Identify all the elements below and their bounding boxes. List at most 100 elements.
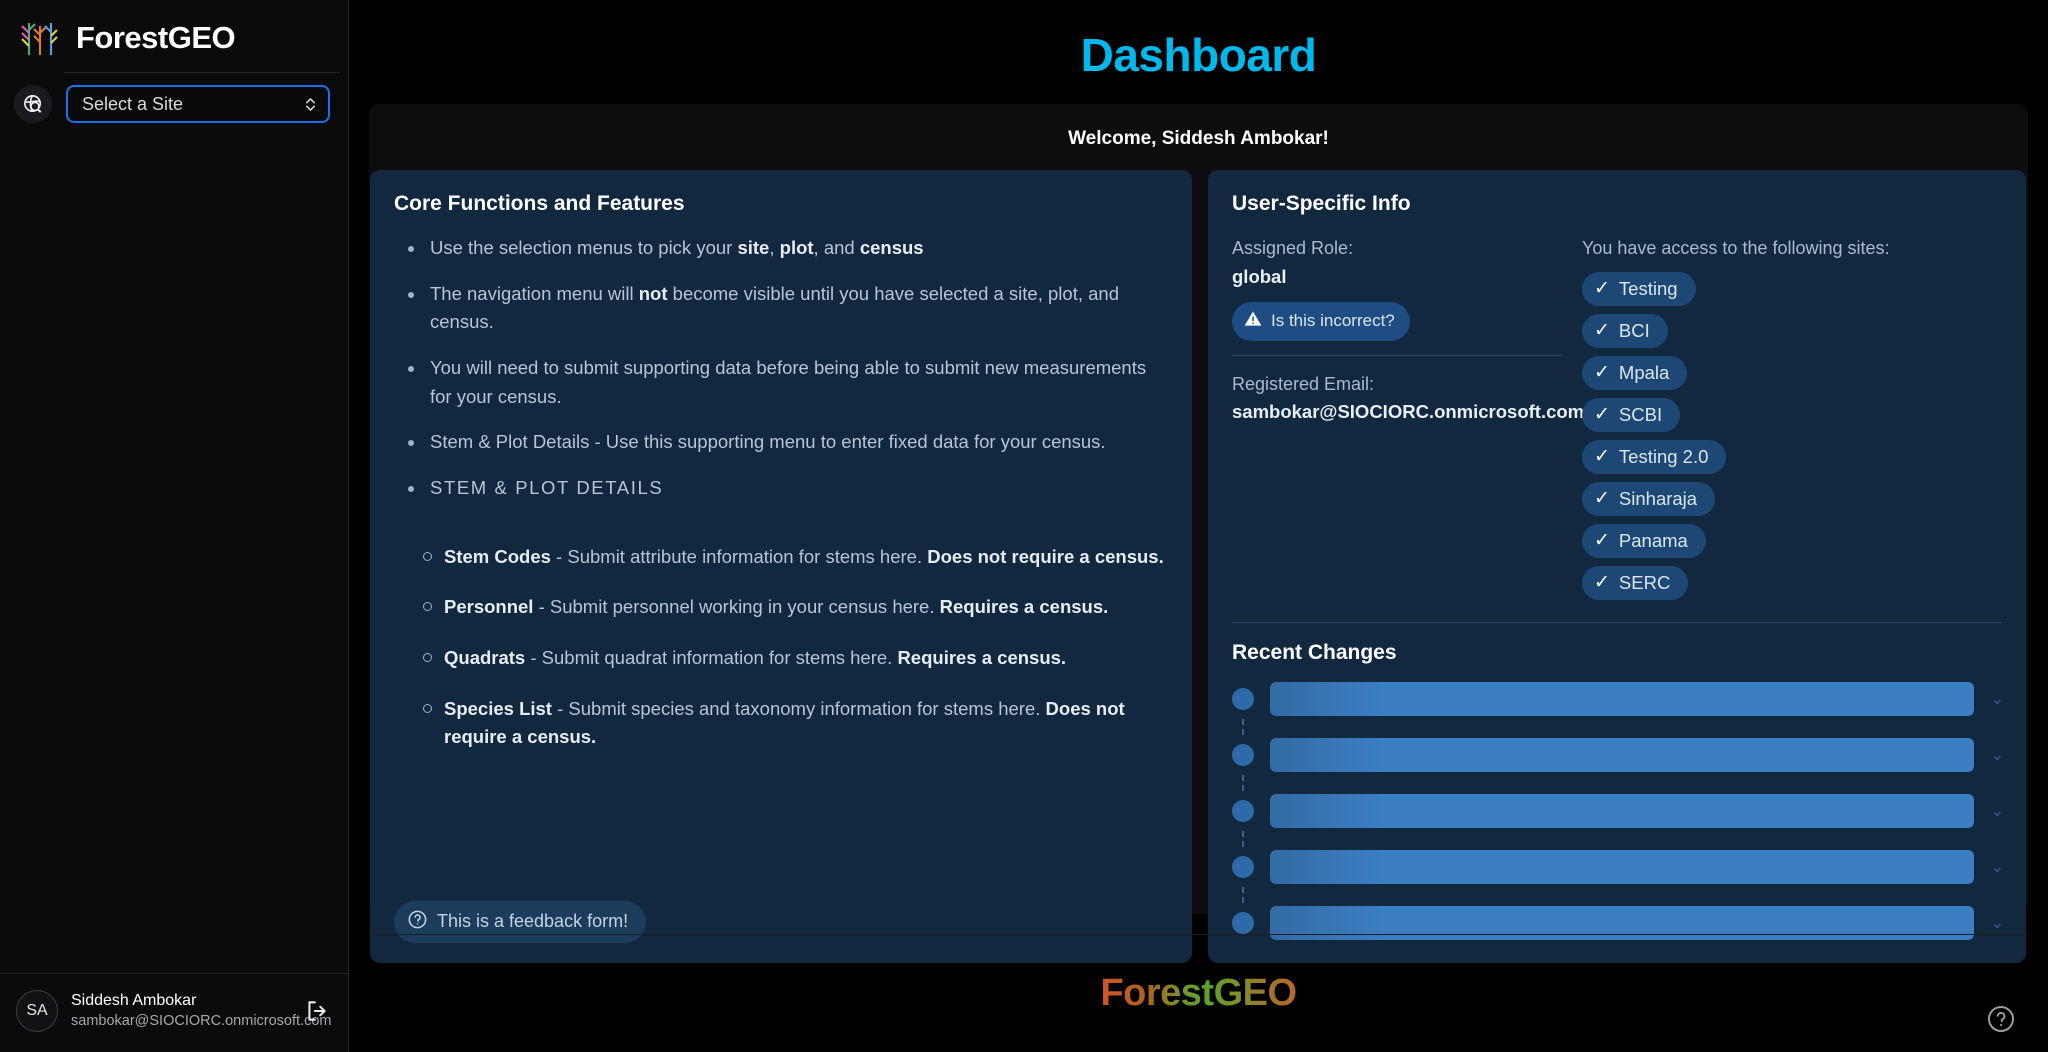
site-chip-label: Sinharaja [1618,487,1698,509]
timeline-dot-icon [1232,911,1254,934]
recent-changes-timeline: ⌄ ⌄ ⌄ ⌄ ⌄ [1232,679,2004,943]
site-chip-label: SCBI [1618,403,1663,425]
site-chip-list: ✓ Testing ✓ BCI ✓ Mpala ✓ SCBI ✓ Testing… [1582,271,2002,600]
sidebar-user-box[interactable]: SA Siddesh Ambokar sambokar@SIOCIORC.onm… [0,974,348,1052]
core-functions-card: Core Functions and Features Use the sele… [370,170,1192,963]
brand-name: ForestGEO [76,19,236,55]
check-icon: ✓ [1594,446,1610,468]
site-chip[interactable]: ✓ BCI [1582,313,1668,348]
timeline-connector [1242,774,1244,791]
list-item: Use the selection menus to pick your sit… [408,234,1168,263]
registered-email-label: Registered Email: [1232,373,1375,394]
list-item: Personnel - Submit personnel working in … [423,593,1168,621]
assigned-role-value: global [1232,265,1287,287]
list-item: The navigation menu will not become visi… [408,280,1168,337]
chevron-down-icon[interactable]: ⌄ [1990,689,2004,709]
list-item: You will need to submit supporting data … [408,354,1168,411]
avatar: SA [16,990,58,1032]
sidebar-nav-empty [0,135,348,973]
timeline-connector [1242,886,1244,903]
check-icon: ✓ [1594,320,1610,342]
user-specific-info-card: User-Specific Info Assigned Role: global [1208,170,2026,963]
logout-icon[interactable] [300,994,334,1028]
feedback-form-label: This is a feedback form! [437,911,629,932]
assigned-role-label: Assigned Role: [1232,238,1354,258]
check-icon: ✓ [1594,278,1610,300]
timeline-row[interactable]: ⌄ [1232,735,2004,775]
stem-plot-details-label: STEM & PLOT DETAILS [408,474,1168,503]
chevron-down-icon[interactable]: ⌄ [1990,801,2004,821]
list-item: Stem Codes - Submit attribute informatio… [423,543,1168,571]
is-this-incorrect-label: Is this incorrect? [1271,311,1395,331]
user-meta: Siddesh Ambokar sambokar@SIOCIORC.onmicr… [71,991,332,1031]
page-title: Dashboard [1080,29,1317,81]
help-circle-icon [407,909,428,935]
chevron-down-icon[interactable]: ⌄ [1990,857,2004,877]
site-chip[interactable]: ✓ Mpala [1582,355,1688,390]
check-icon: ✓ [1594,572,1610,594]
footer: ForestGEO [369,934,2028,1052]
skeleton-bar [1270,793,1974,828]
app-root: ForestGEO Select a Site SA Siddesh Ambok… [0,0,2048,1052]
content-shell: Welcome, Siddesh Ambokar! Core Functions… [369,104,2028,963]
timeline-dot-icon [1232,855,1254,878]
sidebar: ForestGEO Select a Site SA Siddesh Ambok… [0,0,349,1052]
site-chip[interactable]: ✓ SCBI [1582,397,1681,432]
site-selector-row: Select a Site [0,73,348,135]
check-icon: ✓ [1594,488,1610,510]
timeline-row[interactable]: ⌄ [1232,791,2004,831]
timeline-dot-icon [1232,743,1254,766]
site-chip-label: Testing [1618,277,1678,299]
help-button[interactable] [1984,1002,2018,1036]
user-info-left: Assigned Role: global Is this incorrect?… [1232,234,1585,600]
timeline-row[interactable]: ⌄ [1232,679,2004,719]
welcome-banner: Welcome, Siddesh Ambokar! [1068,128,1329,149]
chevron-down-icon[interactable]: ⌄ [1990,913,2004,933]
check-icon: ✓ [1594,362,1610,384]
core-functions-title: Core Functions and Features [394,192,685,215]
user-info-grid: Assigned Role: global Is this incorrect?… [1232,234,2002,600]
dashboard-cards: Core Functions and Features Use the sele… [369,170,2028,963]
check-icon: ✓ [1594,404,1610,426]
timeline-row[interactable]: ⌄ [1232,847,2004,887]
timeline-dot-icon [1232,799,1254,822]
site-chip[interactable]: ✓ Testing 2.0 [1582,439,1727,474]
sites-access-label: You have access to the following sites: [1582,238,1890,258]
site-chip-label: BCI [1618,319,1650,341]
list-item: Quadrats - Submit quadrat information fo… [423,644,1168,672]
recent-changes-divider [1232,621,2002,623]
stepper-chevrons-icon [304,95,317,114]
stem-plot-details-list: Stem Codes - Submit attribute informatio… [394,543,1168,774]
main-content: Dashboard Welcome, Siddesh Ambokar! Core… [349,0,2048,1052]
timeline-connector [1242,830,1244,847]
user-name: Siddesh Ambokar [71,992,197,1010]
site-select[interactable]: Select a Site [66,85,330,123]
recent-changes-title: Recent Changes [1232,640,1397,664]
user-email: sambokar@SIOCIORC.onmicrosoft.com [71,1012,332,1029]
user-info-divider [1232,354,1562,356]
skeleton-bar [1270,681,1974,716]
forestgeo-tree-logo-icon [16,14,62,60]
site-chip[interactable]: ✓ Panama [1582,523,1706,558]
list-item: Stem & Plot Details - Use this supportin… [408,428,1168,457]
chevron-down-icon[interactable]: ⌄ [1990,745,2004,765]
check-icon: ✓ [1594,530,1610,552]
is-this-incorrect-button[interactable]: Is this incorrect? [1232,301,1410,341]
site-chip-label: Testing 2.0 [1618,445,1709,467]
user-info-right: You have access to the following sites: … [1582,234,2002,600]
warning-triangle-icon [1243,309,1263,334]
site-chip-label: SERC [1618,571,1671,593]
site-select-value: Select a Site [82,93,184,114]
footer-logo: ForestGEO [1100,972,1297,1014]
site-chip[interactable]: ✓ SERC [1582,565,1689,600]
skeleton-bar [1270,849,1974,884]
timeline-connector [1242,718,1244,735]
site-chip[interactable]: ✓ Sinharaja [1582,481,1716,516]
core-functions-list: Use the selection menus to pick your sit… [394,234,1168,523]
registered-email-value: sambokar@SIOCIORC.onmicrosoft.com [1232,401,1585,423]
site-chip-label: Mpala [1618,361,1670,383]
skeleton-bar [1270,737,1974,772]
site-chip[interactable]: ✓ Testing [1582,271,1696,306]
user-info-title: User-Specific Info [1232,192,1411,215]
brand: ForestGEO [0,0,348,72]
